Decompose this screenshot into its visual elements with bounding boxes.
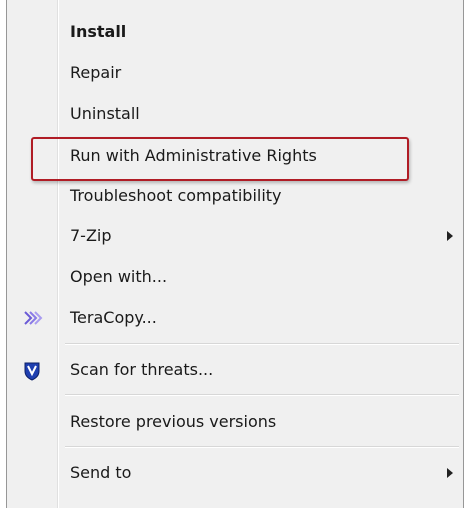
menu-item-restore-previous-versions[interactable]: Restore previous versions [7, 404, 463, 440]
menu-item-label: Install [70, 22, 127, 41]
menu-item-open-with[interactable]: Open with... [7, 259, 463, 295]
menu-item-send-to[interactable]: Send to [7, 455, 463, 491]
menu-item-label: TeraCopy... [70, 308, 157, 327]
submenu-arrow-icon [447, 231, 453, 241]
menu-separator [65, 446, 459, 448]
menu-item-uninstall[interactable]: Uninstall [7, 96, 463, 132]
menu-item-label: Open with... [70, 267, 168, 286]
menu-item-label: Uninstall [70, 104, 140, 123]
menu-item-label: Troubleshoot compatibility [70, 186, 282, 205]
menu-item-repair[interactable]: Repair [7, 55, 463, 91]
context-menu: Install Repair Uninstall Run with Admini… [6, 0, 464, 508]
highlight-annotation-box [31, 137, 409, 181]
teracopy-chevrons-icon [7, 300, 57, 336]
shield-icon [7, 352, 57, 388]
menu-item-7zip[interactable]: 7-Zip [7, 218, 463, 254]
menu-item-label: Send to [70, 463, 132, 482]
menu-separator [65, 394, 459, 396]
menu-item-label: Scan for threats... [70, 360, 214, 379]
submenu-arrow-icon [447, 468, 453, 478]
menu-item-label: Restore previous versions [70, 412, 277, 431]
menu-item-scan-for-threats[interactable]: Scan for threats... [7, 352, 463, 388]
menu-item-troubleshoot-compatibility[interactable]: Troubleshoot compatibility [7, 178, 463, 214]
menu-separator [65, 343, 459, 345]
menu-item-install[interactable]: Install [7, 14, 463, 50]
menu-item-label: 7-Zip [70, 226, 112, 245]
menu-item-teracopy[interactable]: TeraCopy... [7, 300, 463, 336]
menu-item-label: Repair [70, 63, 122, 82]
